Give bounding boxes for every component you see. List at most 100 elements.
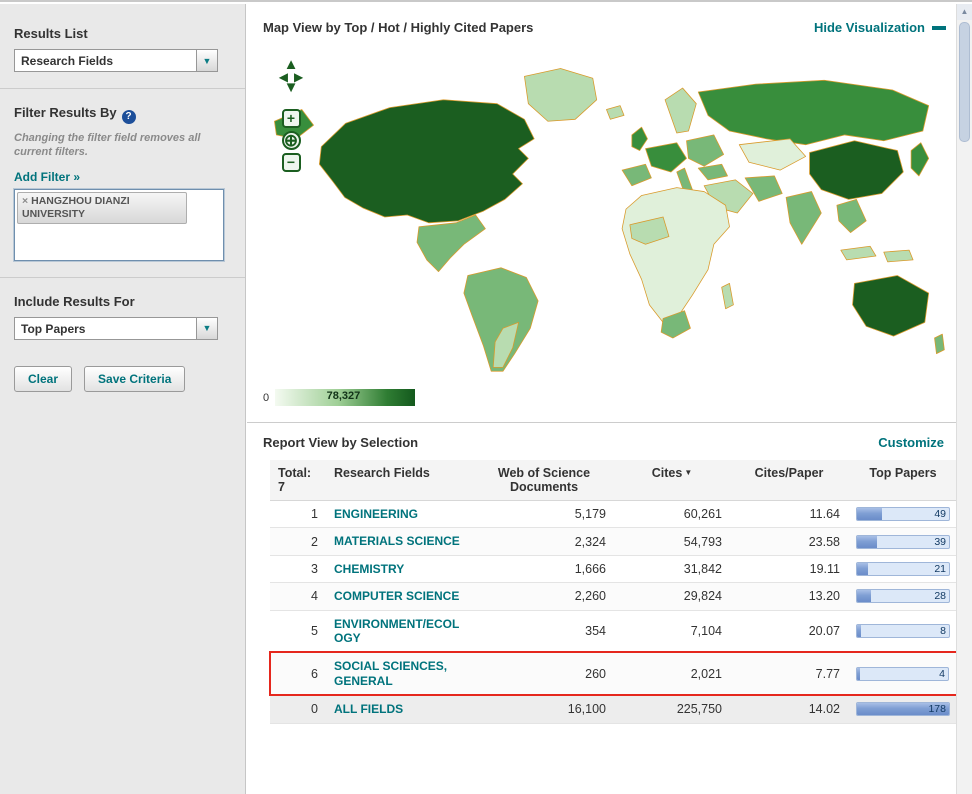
top-papers-bar: 21 bbox=[856, 562, 950, 576]
top-papers-bar: 8 bbox=[856, 624, 950, 638]
sort-descending-icon: ▼ bbox=[684, 468, 692, 477]
include-results-dropdown-value: Top Papers bbox=[15, 318, 196, 339]
research-field-link[interactable]: ENVIRONMENT/ECOLOGY bbox=[334, 617, 466, 646]
table-row: 0ALL FIELDS16,100225,75014.02178 bbox=[270, 695, 958, 723]
research-field-link[interactable]: COMPUTER SCIENCE bbox=[334, 589, 459, 603]
docs-cell: 260 bbox=[474, 652, 614, 695]
documents-header[interactable]: Web of Science Documents bbox=[474, 460, 614, 501]
customize-link[interactable]: Customize bbox=[878, 435, 944, 450]
filter-results-heading: Filter Results By? bbox=[14, 105, 231, 124]
chevron-down-icon[interactable]: ▼ bbox=[196, 318, 217, 339]
research-field-link[interactable]: SOCIAL SCIENCES, GENERAL bbox=[334, 659, 466, 688]
field-cell: COMPUTER SCIENCE bbox=[326, 583, 474, 610]
top-papers-cell: 178 bbox=[848, 695, 958, 723]
table-row: 4COMPUTER SCIENCE2,26029,82413.2028 bbox=[270, 583, 958, 610]
choropleth-map-svg[interactable] bbox=[259, 49, 950, 381]
world-map[interactable]: ▲ ◀ ▶ ▼ + ⊕ − bbox=[259, 49, 950, 381]
rank-cell: 0 bbox=[270, 695, 326, 723]
report-table: Total: 7 Research Fields Web of Science … bbox=[269, 460, 959, 724]
results-list-dropdown[interactable]: Research Fields ▼ bbox=[14, 49, 218, 72]
pan-down-icon[interactable]: ▼ bbox=[284, 82, 299, 95]
research-fields-header[interactable]: Research Fields bbox=[326, 460, 474, 501]
research-field-link[interactable]: CHEMISTRY bbox=[334, 562, 404, 576]
sidebar: Results List Research Fields ▼ Filter Re… bbox=[0, 4, 246, 794]
table-row: 1ENGINEERING5,17960,26111.6449 bbox=[270, 501, 958, 528]
top-papers-bar-fill bbox=[857, 563, 868, 575]
rank-cell: 6 bbox=[270, 652, 326, 695]
zoom-out-button[interactable]: − bbox=[282, 153, 301, 172]
filter-box[interactable]: ×HANGZHOU DIANZI UNIVERSITY bbox=[14, 189, 224, 261]
cites-cell: 60,261 bbox=[614, 501, 730, 528]
globe-reset-button[interactable]: ⊕ bbox=[282, 131, 301, 150]
filter-note: Changing the filter field removes all cu… bbox=[14, 132, 214, 160]
top-papers-bar: 28 bbox=[856, 589, 950, 603]
docs-cell: 1,666 bbox=[474, 555, 614, 582]
field-cell: ENGINEERING bbox=[326, 501, 474, 528]
report-table-body: 1ENGINEERING5,17960,26111.64492MATERIALS… bbox=[270, 501, 958, 724]
rank-cell: 2 bbox=[270, 528, 326, 555]
docs-cell: 16,100 bbox=[474, 695, 614, 723]
top-papers-header[interactable]: Top Papers bbox=[848, 460, 958, 501]
rank-cell: 1 bbox=[270, 501, 326, 528]
table-row: 2 MATERIALS SCIENCE 2,32454,79323.58 39 bbox=[270, 528, 958, 555]
chevron-down-icon[interactable]: ▼ bbox=[196, 50, 217, 71]
top-papers-value: 21 bbox=[934, 563, 946, 576]
scrollbar-thumb[interactable] bbox=[959, 22, 970, 142]
legend-gradient-bar: 78,327 bbox=[275, 389, 415, 406]
include-results-dropdown[interactable]: Top Papers ▼ bbox=[14, 317, 218, 340]
field-cell: ALL FIELDS bbox=[326, 695, 474, 723]
docs-cell: 2,324 bbox=[474, 528, 614, 555]
results-list-heading: Results List bbox=[14, 26, 231, 41]
remove-filter-icon[interactable]: × bbox=[22, 195, 28, 207]
research-field-link[interactable]: MATERIALS SCIENCE bbox=[334, 534, 460, 548]
research-field-link[interactable]: ENGINEERING bbox=[334, 507, 418, 521]
top-papers-bar: 178 bbox=[856, 702, 950, 716]
vertical-scrollbar[interactable]: ▲ bbox=[956, 4, 972, 794]
cites-per-paper-cell: 19.11 bbox=[730, 555, 848, 582]
main-content: Map View by Top / Hot / Highly Cited Pap… bbox=[247, 4, 956, 794]
cites-header[interactable]: Cites▼ bbox=[614, 460, 730, 501]
top-papers-cell: 21 bbox=[848, 555, 958, 582]
clear-button[interactable]: Clear bbox=[14, 366, 72, 392]
pan-control[interactable]: ▲ ◀ ▶ ▼ bbox=[279, 59, 303, 95]
rank-cell: 5 bbox=[270, 610, 326, 652]
save-criteria-button[interactable]: Save Criteria bbox=[84, 366, 185, 392]
cites-per-paper-cell: 7.77 bbox=[730, 652, 848, 695]
top-papers-value: 28 bbox=[934, 590, 946, 603]
docs-cell: 2,260 bbox=[474, 583, 614, 610]
sidebar-divider bbox=[0, 88, 245, 89]
research-field-link[interactable]: ALL FIELDS bbox=[334, 702, 403, 716]
top-papers-bar-fill bbox=[857, 625, 861, 637]
cites-per-paper-header[interactable]: Cites/Paper bbox=[730, 460, 848, 501]
top-papers-value: 39 bbox=[934, 536, 946, 549]
cites-cell: 225,750 bbox=[614, 695, 730, 723]
top-papers-value: 49 bbox=[934, 508, 946, 521]
filter-tag-label: HANGZHOU DIANZI UNIVERSITY bbox=[22, 195, 130, 220]
hide-visualization-link[interactable]: Hide Visualization bbox=[814, 20, 946, 35]
top-papers-value: 178 bbox=[928, 703, 946, 716]
results-list-dropdown-value: Research Fields bbox=[15, 50, 196, 71]
cites-per-paper-cell: 11.64 bbox=[730, 501, 848, 528]
zoom-in-button[interactable]: + bbox=[282, 109, 301, 128]
help-icon[interactable]: ? bbox=[122, 110, 136, 124]
table-row: 6SOCIAL SCIENCES, GENERAL2602,0217.774 bbox=[270, 652, 958, 695]
cites-cell: 54,793 bbox=[614, 528, 730, 555]
collapse-icon[interactable] bbox=[932, 26, 946, 30]
rank-cell: 3 bbox=[270, 555, 326, 582]
cites-cell: 29,824 bbox=[614, 583, 730, 610]
map-view-title: Map View by Top / Hot / Highly Cited Pap… bbox=[263, 20, 533, 35]
cites-cell: 31,842 bbox=[614, 555, 730, 582]
scroll-up-icon[interactable]: ▲ bbox=[957, 4, 972, 20]
filter-tag[interactable]: ×HANGZHOU DIANZI UNIVERSITY bbox=[17, 192, 187, 224]
add-filter-link[interactable]: Add Filter » bbox=[14, 170, 80, 184]
docs-cell: 354 bbox=[474, 610, 614, 652]
top-papers-cell: 4 bbox=[848, 652, 958, 695]
field-cell: CHEMISTRY bbox=[326, 555, 474, 582]
top-papers-cell: 39 bbox=[848, 528, 958, 555]
field-cell: ENVIRONMENT/ECOLOGY bbox=[326, 610, 474, 652]
top-papers-bar: 49 bbox=[856, 507, 950, 521]
table-row: 5ENVIRONMENT/ECOLOGY3547,10420.078 bbox=[270, 610, 958, 652]
cites-per-paper-cell: 20.07 bbox=[730, 610, 848, 652]
include-results-heading: Include Results For bbox=[14, 294, 231, 309]
cites-per-paper-cell: 23.58 bbox=[730, 528, 848, 555]
